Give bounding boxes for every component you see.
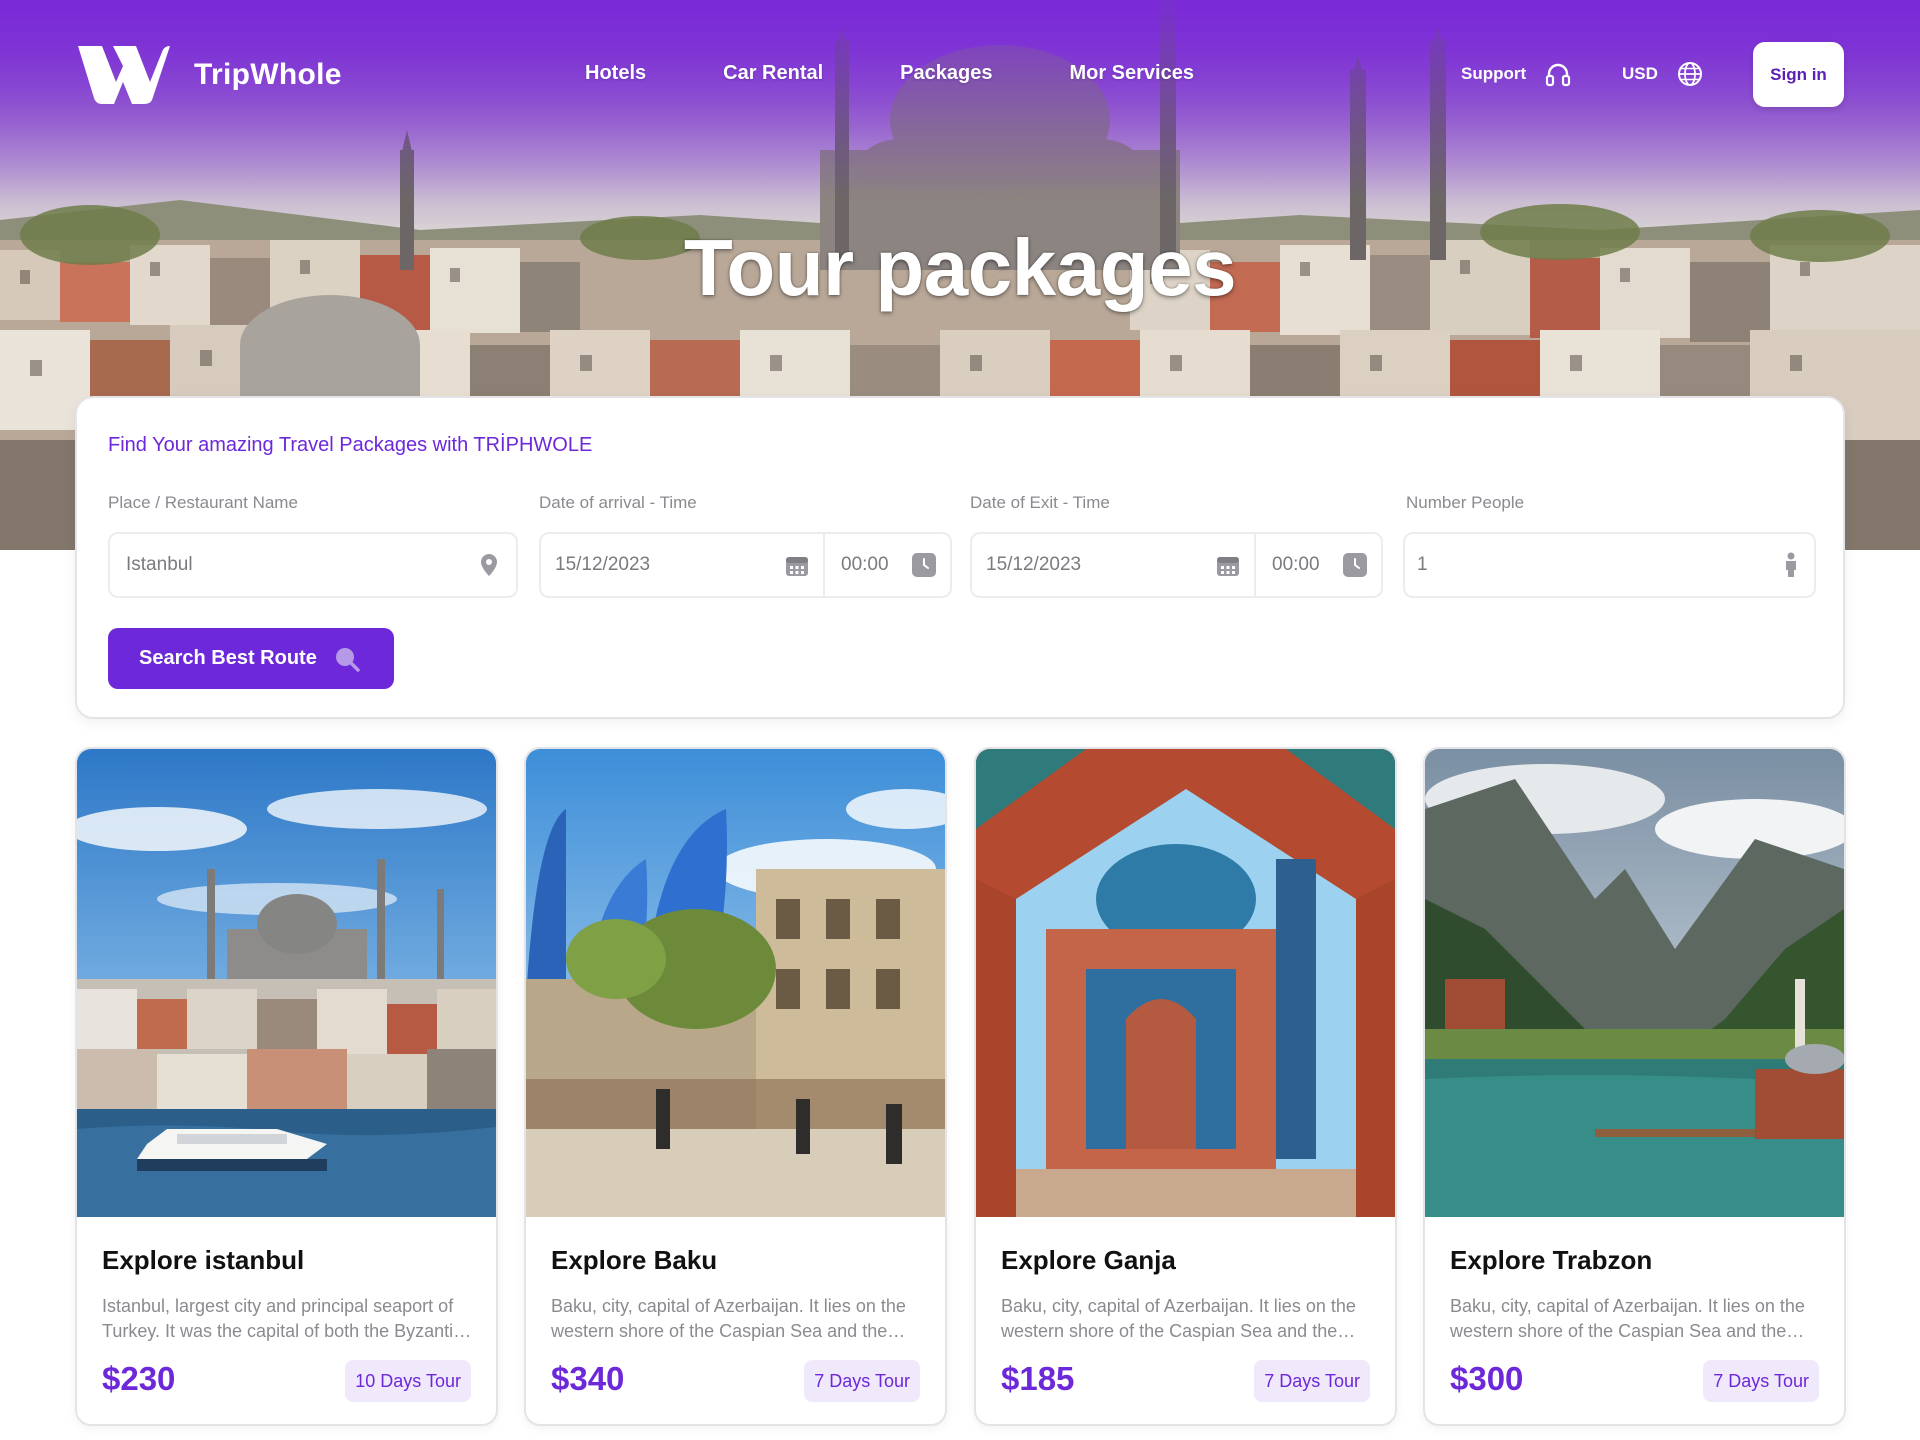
search-button-label: Search Best Route	[139, 647, 317, 669]
currency-label: USD	[1622, 64, 1658, 83]
globe-icon	[1677, 62, 1702, 86]
exit-time-input[interactable]: 00:00	[1256, 534, 1381, 596]
arrival-label: Date of arrival - Time	[539, 493, 697, 512]
nav-more-services[interactable]: Mor Services	[1069, 62, 1194, 85]
duration-badge: 7 Days Tour	[804, 1360, 920, 1402]
nav-packages[interactable]: Packages	[900, 62, 992, 85]
people-input[interactable]: 1	[1403, 532, 1816, 598]
package-card[interactable]: Explore Baku Baku, city, capital of Azer…	[524, 747, 947, 1426]
arrival-date-time: 15/12/2023 00:00	[539, 532, 952, 598]
search-best-route-button[interactable]: Search Best Route	[108, 628, 394, 689]
nav-hotels[interactable]: Hotels	[585, 62, 646, 85]
location-pin-icon	[481, 554, 497, 576]
package-description: Baku, city, capital of Azerbaijan. It li…	[1001, 1296, 1356, 1341]
duration-badge: 7 Days Tour	[1254, 1360, 1370, 1402]
brand-name: TripWhole	[194, 58, 342, 91]
duration-badge: 7 Days Tour	[1703, 1360, 1819, 1402]
arrival-time-input[interactable]: 00:00	[825, 534, 950, 596]
exit-date-time: 15/12/2023 00:00	[970, 532, 1383, 598]
arrival-date-value: 15/12/2023	[555, 554, 651, 575]
search-panel: Find Your amazing Travel Packages with T…	[75, 396, 1845, 719]
main-nav: Hotels Car Rental Packages Mor Services	[585, 62, 1194, 85]
person-icon	[1786, 552, 1796, 577]
package-title: Explore Trabzon	[1450, 1245, 1653, 1275]
package-title: Explore Ganja	[1001, 1245, 1176, 1275]
calendar-icon	[1217, 557, 1239, 576]
package-image-istanbul	[77, 749, 496, 1217]
site-header: TripWhole Hotels Car Rental Packages Mor…	[0, 0, 1920, 150]
package-description: Baku, city, capital of Azerbaijan. It li…	[551, 1296, 906, 1341]
exit-date-value: 15/12/2023	[986, 554, 1082, 575]
brand-logo[interactable]: TripWhole	[76, 44, 342, 106]
people-value: 1	[1417, 554, 1428, 575]
duration-badge: 10 Days Tour	[345, 1360, 471, 1402]
package-price: $340	[551, 1360, 625, 1397]
support-link[interactable]: Support	[1461, 60, 1572, 88]
support-label: Support	[1461, 64, 1527, 83]
package-image-trabzon	[1425, 749, 1844, 1217]
package-card[interactable]: Explore Trabzon Baku, city, capital of A…	[1423, 747, 1846, 1426]
package-price: $185	[1001, 1360, 1075, 1397]
package-card[interactable]: Explore istanbul Istanbul, largest city …	[75, 747, 498, 1426]
clock-icon	[1343, 553, 1367, 577]
arrival-date-input[interactable]: 15/12/2023	[541, 534, 823, 596]
logo-w-icon	[78, 46, 170, 104]
clock-icon	[912, 553, 936, 577]
currency-selector[interactable]: USD	[1622, 60, 1704, 88]
people-label: Number People	[1406, 493, 1525, 512]
page-title: Tour packages	[683, 223, 1237, 312]
package-price: $230	[102, 1360, 176, 1397]
nav-car-rental[interactable]: Car Rental	[723, 62, 823, 85]
calendar-icon	[786, 557, 808, 576]
exit-time-value: 00:00	[1272, 554, 1320, 575]
exit-date-input[interactable]: 15/12/2023	[972, 534, 1254, 596]
package-image-ganja	[976, 749, 1395, 1217]
place-value: Istanbul	[126, 554, 193, 575]
package-title: Explore istanbul	[102, 1245, 305, 1275]
package-price: $300	[1450, 1360, 1524, 1397]
arrival-time-value: 00:00	[841, 554, 889, 575]
search-panel-title: Find Your amazing Travel Packages with T…	[108, 434, 593, 456]
sign-in-button[interactable]: Sign in	[1753, 42, 1844, 107]
package-description: Istanbul, largest city and principal sea…	[102, 1296, 474, 1341]
place-input[interactable]: Istanbul	[108, 532, 518, 598]
search-icon	[335, 647, 360, 672]
exit-label: Date of Exit - Time	[970, 493, 1110, 512]
package-description: Baku, city, capital of Azerbaijan. It li…	[1450, 1296, 1805, 1341]
package-title: Explore Baku	[551, 1245, 718, 1275]
package-image-baku	[526, 749, 945, 1217]
headphones-icon	[1546, 63, 1571, 87]
package-card[interactable]: Explore Ganja Baku, city, capital of Aze…	[974, 747, 1397, 1426]
place-label: Place / Restaurant Name	[108, 493, 298, 512]
